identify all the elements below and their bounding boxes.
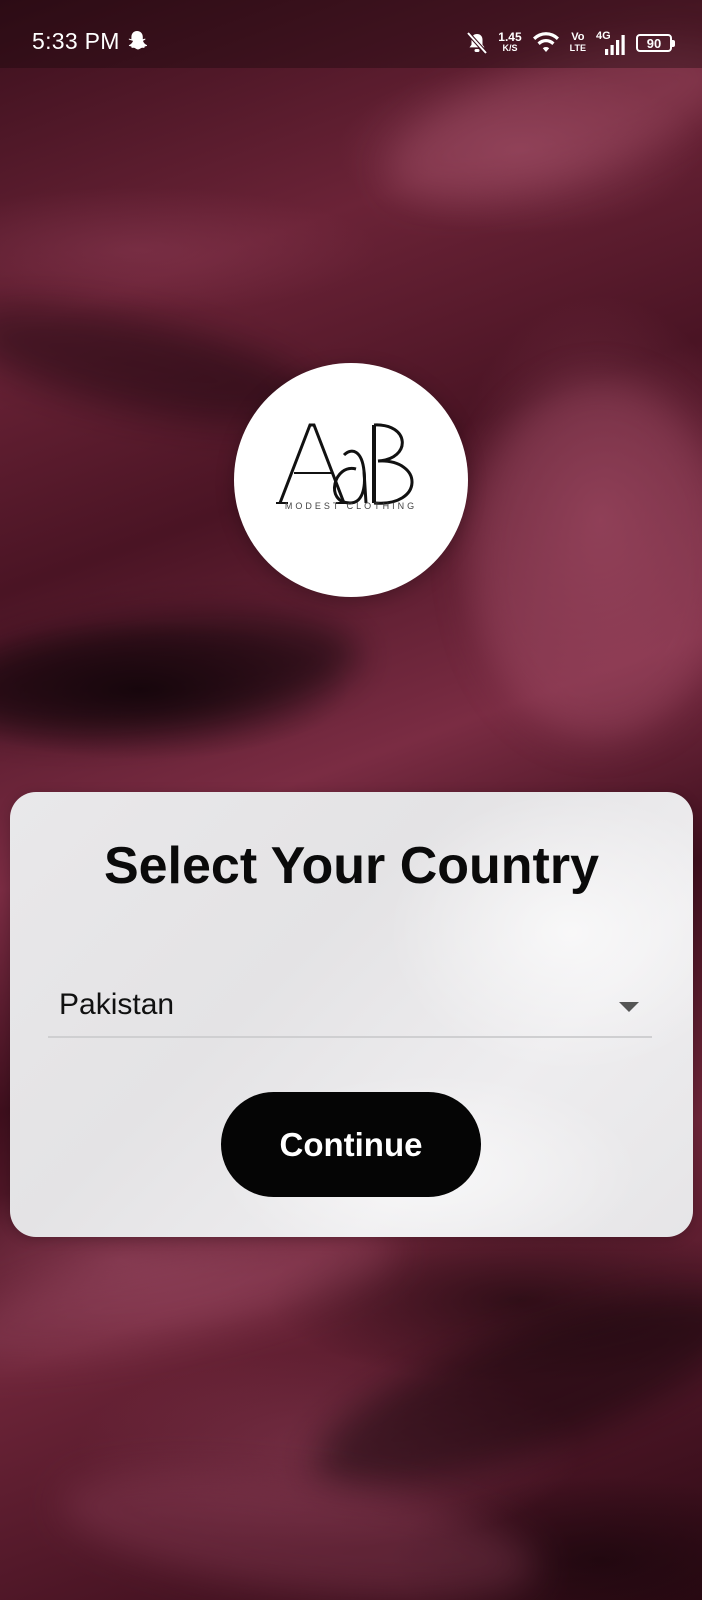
country-selected-value: Pakistan [59,988,175,1021]
battery-level: 90 [646,35,662,51]
speed-unit: K/S [502,43,518,53]
bell-muted-icon [466,31,488,55]
battery-icon: 90 [636,34,675,52]
status-icons: 1.45 K/S Vo LTE 4G 90 [466,28,675,58]
country-card: Select Your Country Pakistan Continue [10,792,693,1237]
chevron-down-icon[interactable] [619,1002,639,1012]
status-bar: 5:33 PM 1.45 K/S Vo LTE 4G 90 [0,0,702,68]
logo-caption: MODEST CLOTHING [284,501,418,511]
network-speed: 1.45 K/S [498,30,522,54]
country-dropdown[interactable]: Pakistan [48,982,652,1038]
wifi-icon [532,32,559,52]
speed-value: 1.45 [498,30,522,44]
brand-logo: MODEST CLOTHING [234,363,468,597]
continue-button[interactable]: Continue [221,1092,481,1197]
page-title: Select Your Country [103,837,600,895]
snapchat-icon [128,31,147,50]
volte-top: Vo [571,31,585,43]
volte-indicator: Vo LTE [570,32,586,54]
aab-logo-mark [276,423,414,505]
volte-bottom: LTE [569,43,586,53]
status-time: 5:33 PM [32,28,120,54]
signal-icon: 4G [596,30,626,56]
